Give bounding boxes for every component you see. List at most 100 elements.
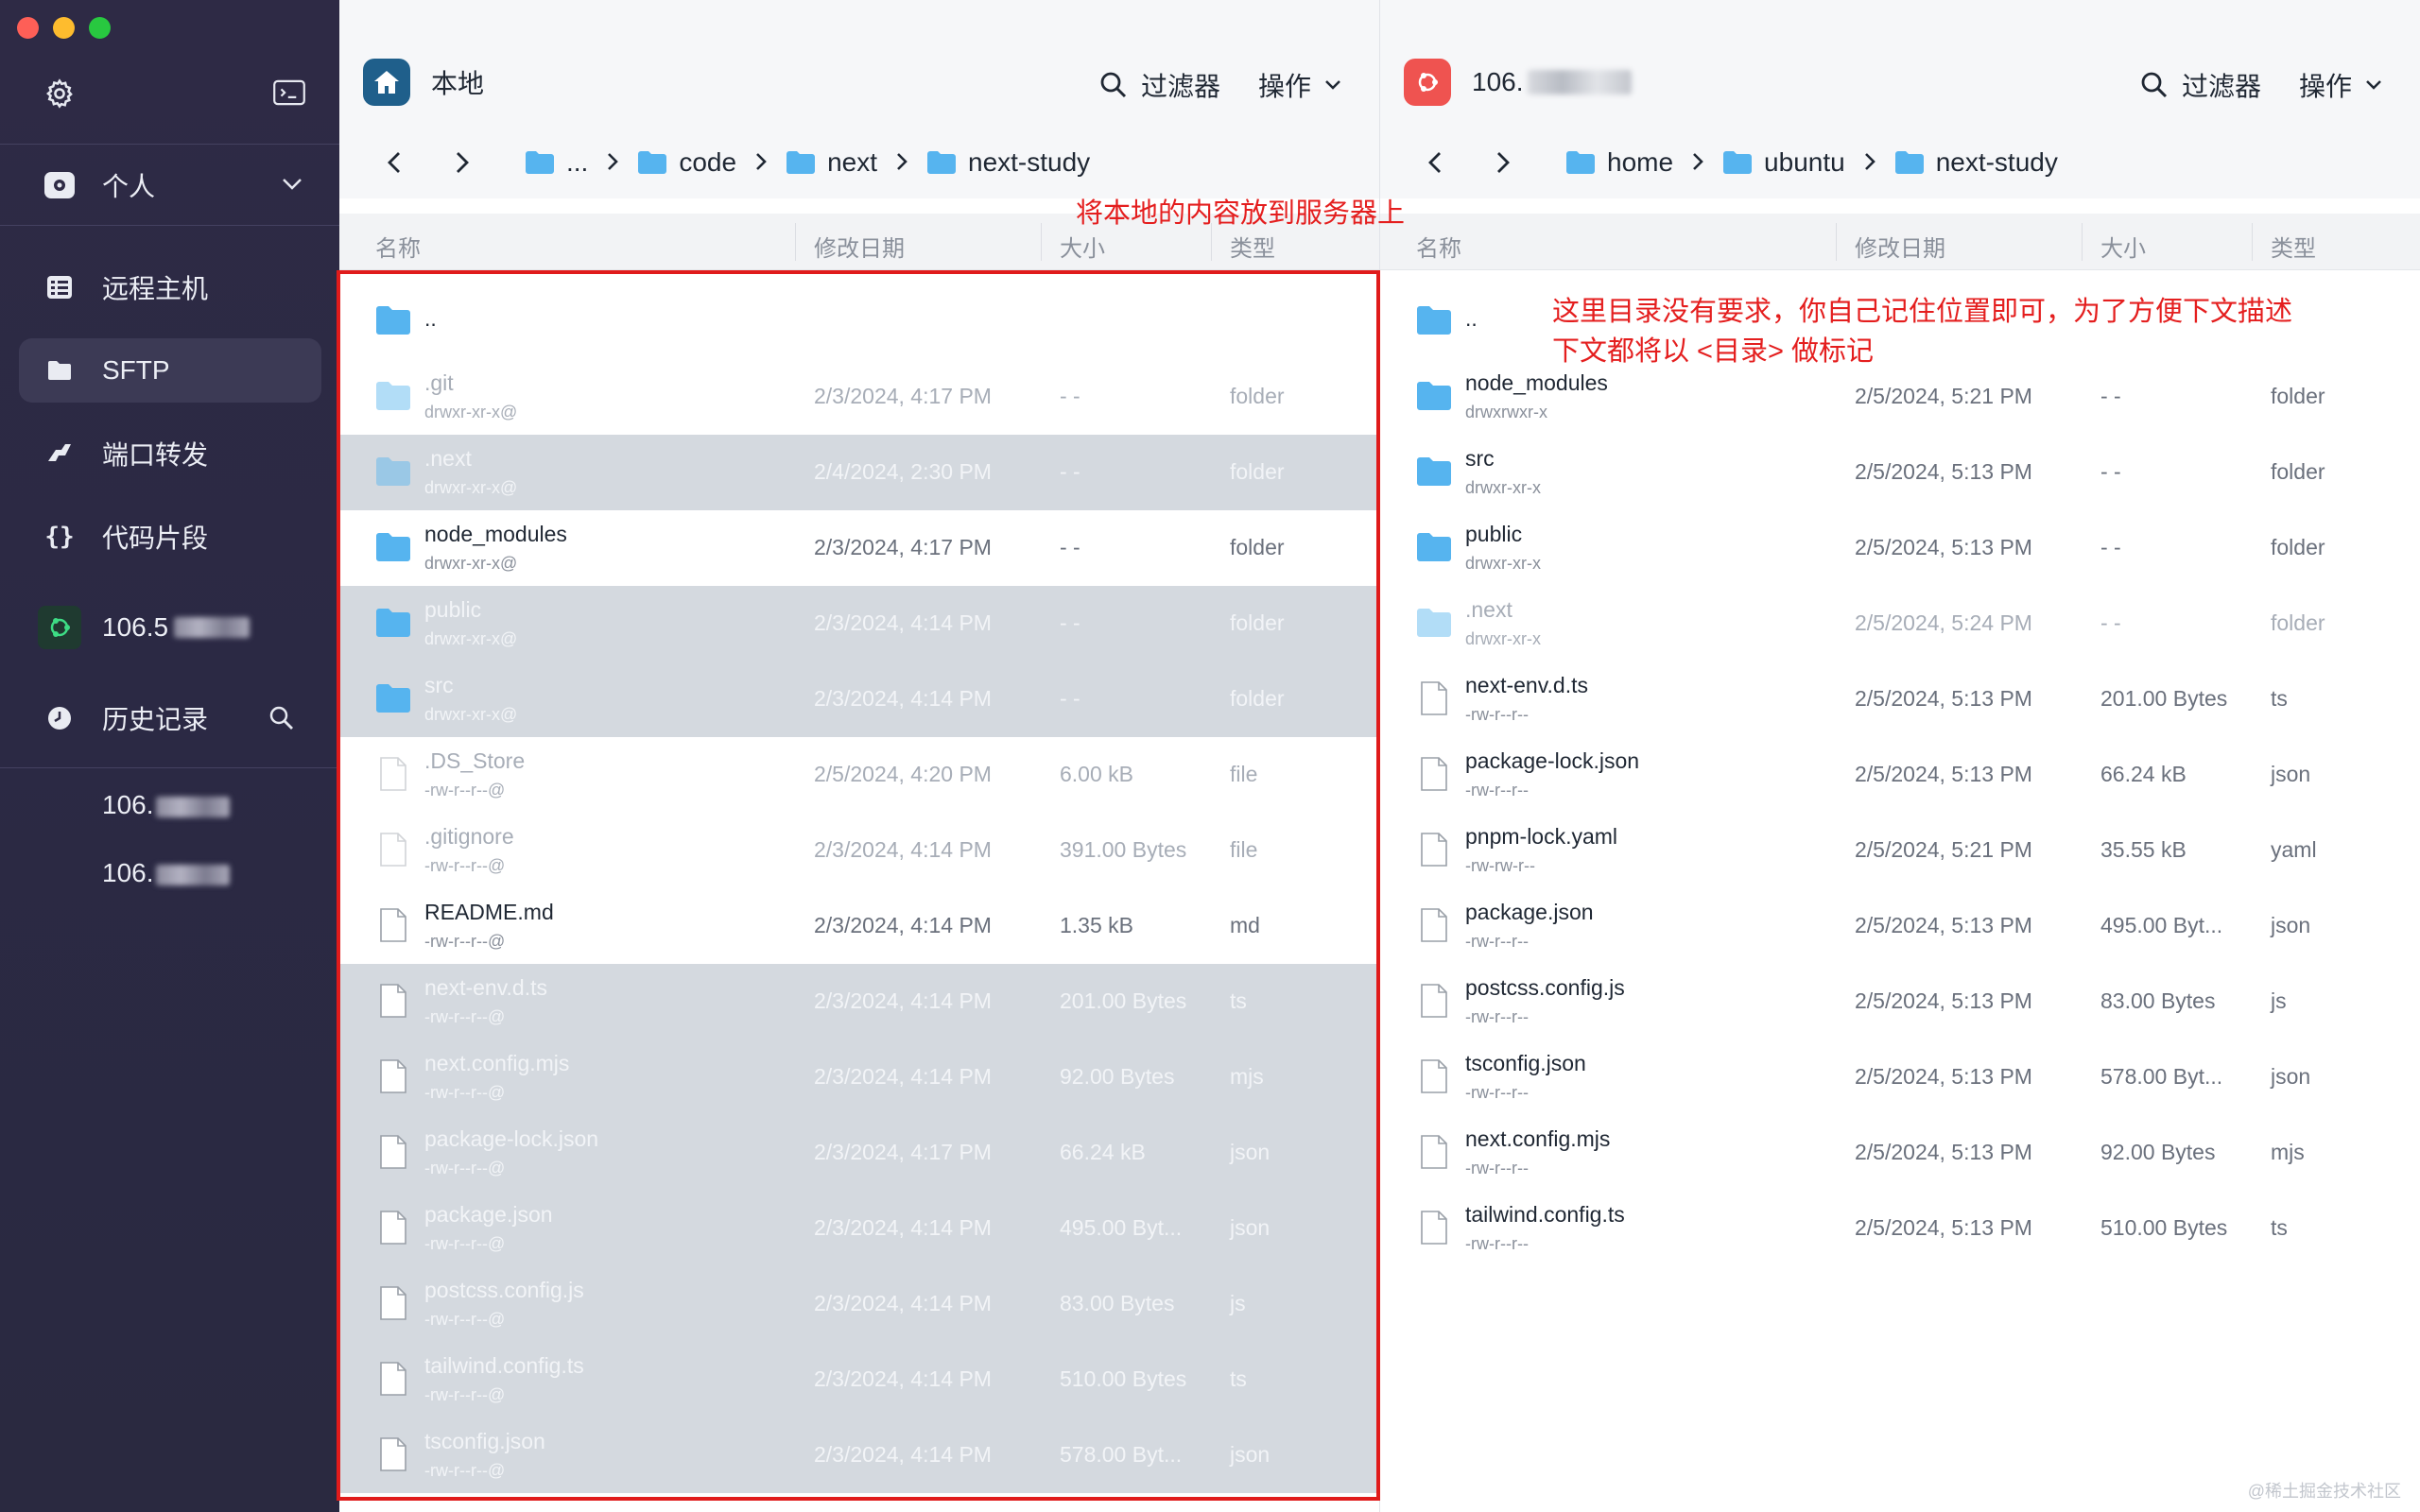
file-row[interactable]: next-env.d.ts -rw-r--r--@ 2/3/2024, 4:14 P… bbox=[339, 964, 1379, 1040]
breadcrumb-item[interactable]: next-study bbox=[926, 147, 1090, 178]
file-row[interactable]: src drwxr-xr-x 2/5/2024, 5:13 PM - - folder bbox=[1380, 435, 2420, 510]
file-type: folder bbox=[1230, 535, 1285, 559]
file-row[interactable]: .next drwxr-xr-x 2/5/2024, 5:24 PM - - folde… bbox=[1380, 586, 2420, 662]
breadcrumb-item[interactable]: next-study bbox=[1894, 147, 2058, 178]
file-row[interactable]: .DS_Store -rw-r--r--@ 2/5/2024, 4:20 PM 6.0… bbox=[339, 737, 1379, 813]
file-date: 2/3/2024, 4:17 PM bbox=[814, 384, 992, 408]
file-permissions: -rw-r--r--@ bbox=[424, 932, 506, 951]
file-type: folder bbox=[2271, 610, 2325, 635]
file-row[interactable]: node_modules drwxr-xr-x@ 2/3/2024, 4:17 PM… bbox=[339, 510, 1379, 586]
sidebar-item-label: 端口转发 bbox=[102, 440, 209, 470]
column-type[interactable]: 类型 bbox=[2271, 230, 2316, 263]
column-header: 名称 修改日期 大小 类型 bbox=[1380, 214, 2420, 270]
sidebar-item-sftp[interactable]: SFTP bbox=[19, 338, 321, 403]
file-date: 2/5/2024, 5:13 PM bbox=[1855, 762, 2032, 786]
file-icon bbox=[1421, 984, 1447, 1018]
file-row[interactable]: tsconfig.json -rw-r--r-- 2/5/2024, 5:13 PM… bbox=[1380, 1040, 2420, 1115]
filter-button[interactable]: 过滤器 bbox=[2140, 66, 2261, 104]
actions-dropdown[interactable]: 操作 bbox=[2299, 66, 2382, 104]
file-size: 83.00 Bytes bbox=[2100, 988, 2216, 1013]
file-row[interactable]: next.config.mjs -rw-r--r-- 2/5/2024, 5:13 … bbox=[1380, 1115, 2420, 1191]
file-row[interactable]: tailwind.config.ts -rw-r--r--@ 2/3/2024, 4… bbox=[339, 1342, 1379, 1418]
file-date: 2/4/2024, 2:30 PM bbox=[814, 459, 992, 484]
file-row[interactable]: postcss.config.js -rw-r--r-- 2/5/2024, 5:1… bbox=[1380, 964, 2420, 1040]
history-label: 历史记录 bbox=[102, 705, 209, 734]
column-date[interactable]: 修改日期 bbox=[1855, 230, 1945, 263]
file-icon bbox=[380, 1059, 406, 1093]
file-row[interactable]: node_modules drwxrwxr-x 2/5/2024, 5:21 PM -… bbox=[1380, 359, 2420, 435]
column-date[interactable]: 修改日期 bbox=[814, 230, 905, 263]
file-row[interactable]: public drwxr-xr-x 2/5/2024, 5:13 PM - - fold… bbox=[1380, 510, 2420, 586]
search-icon[interactable] bbox=[268, 705, 295, 731]
column-size[interactable]: 大小 bbox=[1060, 230, 1105, 263]
file-row[interactable]: tailwind.config.ts -rw-r--r-- 2/5/2024, 5:… bbox=[1380, 1191, 2420, 1266]
column-name[interactable]: 名称 bbox=[375, 230, 421, 263]
file-size: 92.00 Bytes bbox=[1060, 1064, 1175, 1089]
breadcrumb: home ubuntu next-study bbox=[1416, 147, 2058, 178]
file-row[interactable]: next-env.d.ts -rw-r--r-- 2/5/2024, 5:13 PM… bbox=[1380, 662, 2420, 737]
folder-icon bbox=[1417, 609, 1451, 637]
history-header[interactable]: 历史记录 bbox=[19, 686, 321, 750]
column-type[interactable]: 类型 bbox=[1230, 230, 1275, 263]
column-name[interactable]: 名称 bbox=[1416, 230, 1461, 263]
panel-title: 本地 bbox=[431, 69, 485, 98]
actions-dropdown[interactable]: 操作 bbox=[1258, 66, 1341, 104]
sidebar-item-host-106[interactable]: 106.5 bbox=[19, 595, 321, 660]
breadcrumb-item[interactable]: home bbox=[1565, 147, 1673, 178]
history-item[interactable]: 106. bbox=[102, 858, 230, 888]
file-date: 2/5/2024, 5:13 PM bbox=[1855, 913, 2032, 937]
file-size: - - bbox=[1060, 686, 1080, 711]
back-button[interactable] bbox=[375, 151, 413, 174]
file-row[interactable]: package.json -rw-r--r--@ 2/3/2024, 4:14 PM… bbox=[339, 1191, 1379, 1266]
file-type: folder bbox=[2271, 384, 2325, 408]
file-type: json bbox=[1230, 1140, 1270, 1164]
back-button[interactable] bbox=[1416, 151, 1454, 174]
file-row[interactable]: tsconfig.json -rw-r--r--@ 2/3/2024, 4:14 P… bbox=[339, 1418, 1379, 1493]
breadcrumb: ... code next next-study bbox=[375, 147, 1090, 178]
column-size[interactable]: 大小 bbox=[2100, 230, 2146, 263]
breadcrumb-item[interactable]: ... bbox=[525, 147, 588, 178]
file-row[interactable]: package-lock.json -rw-r--r--@ 2/3/2024, 4:… bbox=[339, 1115, 1379, 1191]
close-window-button[interactable] bbox=[17, 17, 39, 39]
file-row[interactable]: package.json -rw-r--r-- 2/5/2024, 5:13 PM 4… bbox=[1380, 888, 2420, 964]
file-row[interactable]: postcss.config.js -rw-r--r--@ 2/3/2024, 4:… bbox=[339, 1266, 1379, 1342]
watermark: @稀土掘金技术社区 bbox=[2247, 1482, 2401, 1501]
zoom-window-button[interactable] bbox=[89, 17, 111, 39]
sidebar-divider bbox=[0, 225, 339, 226]
file-row[interactable]: public drwxr-xr-x@ 2/3/2024, 4:14 PM - - fol… bbox=[339, 586, 1379, 662]
file-row[interactable]: .next drwxr-xr-x@ 2/4/2024, 2:30 PM - - fold… bbox=[339, 435, 1379, 510]
parent-dir-row[interactable]: .. bbox=[339, 284, 1379, 359]
file-date: 2/5/2024, 5:21 PM bbox=[1855, 384, 2032, 408]
history-item-label: 106. bbox=[102, 790, 154, 819]
chevron-right-icon bbox=[896, 147, 908, 178]
forward-button[interactable] bbox=[1484, 151, 1522, 174]
file-row[interactable]: next.config.mjs -rw-r--r--@ 2/3/2024, 4:14… bbox=[339, 1040, 1379, 1115]
file-row[interactable]: README.md -rw-r--r--@ 2/3/2024, 4:14 PM 1.3… bbox=[339, 888, 1379, 964]
chevron-right-icon bbox=[1692, 147, 1703, 178]
file-row[interactable]: .git drwxr-xr-x@ 2/3/2024, 4:17 PM - - folde… bbox=[339, 359, 1379, 435]
chevron-down-icon[interactable] bbox=[282, 178, 302, 191]
sidebar-item-snippets[interactable]: {} 代码片段 bbox=[19, 505, 321, 569]
file-permissions: drwxr-xr-x bbox=[1465, 554, 1541, 573]
sidebar-item-hosts[interactable]: 远程主机 bbox=[19, 255, 321, 319]
annotation-remote-note-1: 这里目录没有要求，你自己记住位置即可，为了方便下文描述 bbox=[1552, 297, 2293, 327]
file-row[interactable]: src drwxr-xr-x@ 2/3/2024, 4:14 PM - - folder bbox=[339, 662, 1379, 737]
minimize-window-button[interactable] bbox=[53, 17, 75, 39]
file-row[interactable]: pnpm-lock.yaml -rw-rw-r-- 2/5/2024, 5:21 P… bbox=[1380, 813, 2420, 888]
terminal-icon[interactable] bbox=[273, 79, 305, 106]
filter-button[interactable]: 过滤器 bbox=[1099, 66, 1220, 104]
forward-button[interactable] bbox=[443, 151, 481, 174]
filter-label: 过滤器 bbox=[2181, 72, 2261, 101]
file-icon bbox=[1421, 833, 1447, 867]
breadcrumb-item[interactable]: ubuntu bbox=[1722, 147, 1845, 178]
sidebar-item-port-forwarding[interactable]: 端口转发 bbox=[19, 421, 321, 486]
file-date: 2/5/2024, 5:24 PM bbox=[1855, 610, 2032, 635]
breadcrumb-item[interactable]: next bbox=[786, 147, 877, 178]
profile-selector[interactable]: 个人 bbox=[19, 153, 321, 217]
file-size: 201.00 Bytes bbox=[1060, 988, 1187, 1013]
breadcrumb-item[interactable]: code bbox=[637, 147, 736, 178]
history-item[interactable]: 106. bbox=[102, 790, 230, 820]
file-row[interactable]: package-lock.json -rw-r--r-- 2/5/2024, 5:1… bbox=[1380, 737, 2420, 813]
gear-icon[interactable] bbox=[43, 77, 76, 110]
file-row[interactable]: .gitignore -rw-r--r--@ 2/3/2024, 4:14 PM 39… bbox=[339, 813, 1379, 888]
